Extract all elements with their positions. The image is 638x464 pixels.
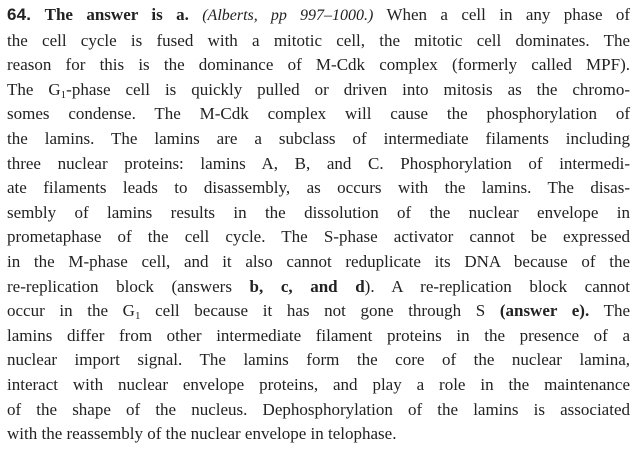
line-text: -phase cell is quickly pulled or driven … xyxy=(66,79,630,99)
paragraph-line-13: occur in the G1 cell because it has not … xyxy=(7,299,630,324)
paragraph-line-9: sembly of lamins results in the dissolut… xyxy=(7,202,630,222)
line-text: When a cell in any phase of xyxy=(386,5,631,24)
paragraph-line-14: lamins differ from other intermediate fi… xyxy=(7,325,630,345)
answer-explanation: 64. The answer is a. (Alberts, pp 997–10… xyxy=(0,0,638,464)
paragraph-line-17: of the shape of the nucleus. Dephosphory… xyxy=(7,399,630,419)
line-text: cell because it has not gone through S xyxy=(140,301,500,321)
paragraph-line-18: with the reassembly of the nuclear envel… xyxy=(7,424,397,444)
answer-heading: The answer is a. xyxy=(44,5,189,24)
paragraph-line-11: in the M-phase cell, and it also cannot … xyxy=(7,251,630,271)
line-text: occur in the G xyxy=(7,301,135,321)
paragraph-line-4: The G1-phase cell is quickly pulled or d… xyxy=(7,78,630,103)
citation: (Alberts, pp 997–1000.) xyxy=(202,7,374,24)
answer-reference: (answer e). xyxy=(499,301,590,321)
paragraph-line-1: 64. The answer is a. (Alberts, pp 997–10… xyxy=(7,3,630,29)
question-number: 64. xyxy=(7,5,32,24)
paragraph-line-15: nuclear import signal. The lamins form t… xyxy=(7,350,630,370)
paragraph-line-2: the cell cycle is fused with a mitotic c… xyxy=(7,30,630,50)
paragraph-line-12: re-replication block (answers b, c, and … xyxy=(7,275,630,300)
paragraph-line-10: prometaphase of the cell cycle. The S-ph… xyxy=(7,227,630,247)
line-text: The G xyxy=(7,79,61,99)
paragraph-line-8: ate filaments leads to disassembly, as o… xyxy=(7,178,630,198)
paragraph-line-5: somes condense. The M-Cdk complex will c… xyxy=(7,104,630,124)
line-text: The xyxy=(589,301,631,321)
line-text: ). A re-replication block cannot xyxy=(364,276,630,296)
answer-reference: b, c, and d xyxy=(249,276,365,296)
paragraph-line-7: three nuclear proteins: lamins A, B, and… xyxy=(7,153,630,173)
line-text: re-replication block (answers xyxy=(7,276,250,296)
paragraph-line-16: interact with nuclear envelope proteins,… xyxy=(7,374,630,394)
paragraph-line-6: the lamins. The lamins are a subclass of… xyxy=(7,128,630,148)
paragraph-line-3: reason for this is the dominance of M-Cd… xyxy=(7,55,630,75)
